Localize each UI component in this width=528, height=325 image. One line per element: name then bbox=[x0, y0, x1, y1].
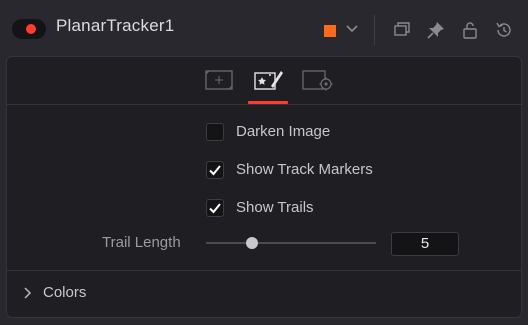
chevron-right-icon[interactable] bbox=[21, 286, 35, 300]
node-title: PlanarTracker1 bbox=[56, 16, 175, 35]
lock-icon[interactable] bbox=[460, 20, 480, 40]
reset-icon[interactable] bbox=[494, 20, 514, 40]
section-divider bbox=[7, 270, 521, 271]
inspector-window: PlanarTracker1 Darken Image Show Track M… bbox=[0, 0, 528, 325]
show-track-markers-checkbox[interactable] bbox=[206, 161, 224, 179]
node-header: PlanarTracker1 bbox=[0, 0, 528, 60]
trail-length-slider[interactable] bbox=[206, 242, 376, 244]
trail-length-slider-thumb[interactable] bbox=[245, 237, 258, 249]
tab-effects-icon[interactable] bbox=[251, 67, 285, 93]
show-trails-label: Show Trails bbox=[236, 199, 314, 216]
colors-section-label[interactable]: Colors bbox=[43, 284, 86, 301]
chevron-down-icon[interactable] bbox=[344, 20, 360, 36]
checkmark-icon bbox=[209, 165, 221, 176]
active-tab-indicator bbox=[248, 101, 288, 104]
tool-panel: Darken Image Show Track Markers Show Tra… bbox=[6, 56, 523, 318]
tab-controls-icon[interactable] bbox=[202, 67, 236, 93]
node-color-swatch[interactable] bbox=[324, 25, 336, 37]
pin-icon[interactable] bbox=[426, 20, 446, 40]
darken-image-checkbox[interactable] bbox=[206, 123, 224, 141]
tab-settings-icon[interactable] bbox=[299, 67, 333, 93]
show-trails-checkbox[interactable] bbox=[206, 199, 224, 217]
darken-image-label: Darken Image bbox=[236, 123, 331, 140]
trail-length-input[interactable]: 5 bbox=[391, 232, 459, 256]
versions-icon[interactable] bbox=[392, 20, 412, 40]
node-enable-toggle[interactable] bbox=[12, 19, 46, 39]
show-track-markers-label: Show Track Markers bbox=[236, 161, 373, 178]
header-divider bbox=[374, 15, 375, 45]
node-enabled-indicator bbox=[26, 24, 36, 34]
tool-tab-bar bbox=[7, 57, 523, 105]
trail-length-label: Trail Length bbox=[102, 234, 181, 251]
checkmark-icon bbox=[209, 203, 221, 214]
